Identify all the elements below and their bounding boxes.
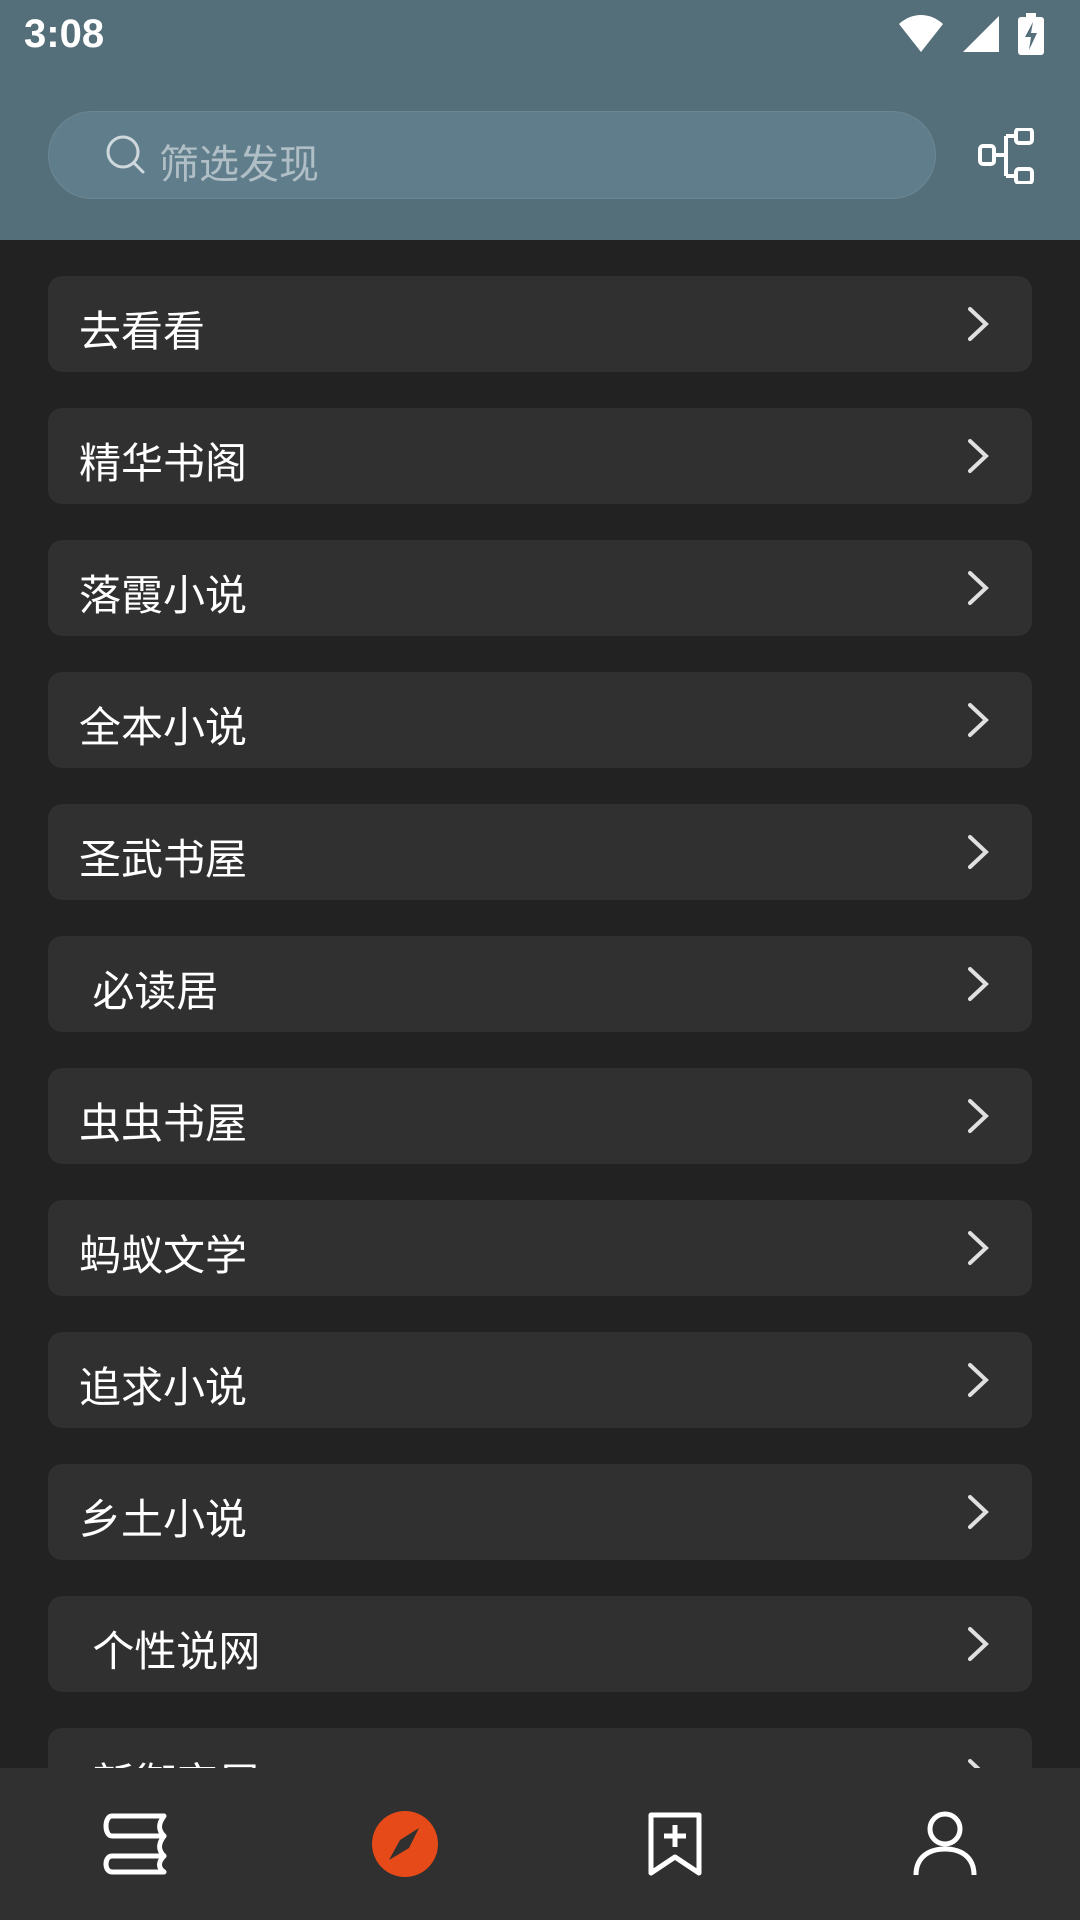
chevron-right-icon [968,439,989,473]
source-item-label: 虫虫书屋 [79,1099,248,1148]
chevron-right-icon [968,1099,989,1133]
status-time: 3:08 [24,12,105,56]
source-item[interactable]: 蚂蚁文学 [48,1200,1032,1296]
source-item[interactable]: 追求小说 [48,1332,1032,1428]
nav-profile-button[interactable] [810,1768,1080,1920]
chevron-right-icon [968,307,989,341]
chevron-right-icon [968,703,989,737]
chevron-right-icon [968,835,989,869]
source-item[interactable]: 必读居 [48,936,1032,1032]
chevron-right-icon [968,1231,989,1265]
source-item-label: 落霞小说 [79,571,248,620]
source-item-label: 全本小说 [79,703,248,752]
search-placeholder: 筛选发现 [159,142,319,188]
source-item[interactable]: 去看看 [48,276,1032,372]
battery-charging-icon [1018,13,1044,55]
nav-discover-button[interactable] [270,1768,540,1920]
source-list: 去看看 精华书阁 落霞小说 全本小说 圣武书屋 必读居 虫虫书屋 蚂蚁文学 追求小说 乡土小说 … [0,240,1080,1768]
bottom-navigation [0,1768,1080,1920]
source-item[interactable]: 乡土小说 [48,1464,1032,1560]
chevron-right-icon [968,967,989,1001]
source-item-label: 乡土小说 [79,1495,248,1544]
bookmark-add-icon [648,1812,702,1876]
chevron-right-icon [968,1627,989,1661]
source-item-label: 圣武书屋 [79,835,248,884]
bookshelf-icon [103,1813,167,1875]
source-item-label: 必读居 [79,967,219,1016]
source-item[interactable]: 全本小说 [48,672,1032,768]
search-input[interactable]: 筛选发现 [48,111,936,199]
source-item-label: 追求小说 [79,1363,248,1412]
chevron-right-icon [968,1363,989,1397]
status-icons [898,12,1044,56]
source-item-label: 新御宅屋 [79,1750,260,1768]
chevron-right-icon [968,571,989,605]
top-app-bar: 3:08 筛选发现 [0,0,1080,240]
person-icon [913,1811,977,1876]
group-icon[interactable] [978,128,1038,184]
wifi-icon [899,15,943,52]
source-item[interactable]: 新御宅屋 [48,1728,1032,1768]
source-item[interactable]: 个性说网 [48,1596,1032,1692]
chevron-right-icon [968,1495,989,1529]
source-item-label: 蚂蚁文学 [79,1231,248,1280]
source-item-label: 精华书阁 [79,439,248,488]
nav-bookshelf-button[interactable] [0,1768,270,1920]
signal-icon [963,16,999,52]
source-item[interactable]: 精华书阁 [48,408,1032,504]
source-item-label: 个性说网 [79,1627,261,1676]
search-icon [106,135,145,174]
chevron-right-icon [968,1759,981,1768]
source-item-label: 去看看 [79,307,206,356]
source-item[interactable]: 圣武书屋 [48,804,1032,900]
source-item[interactable]: 虫虫书屋 [48,1068,1032,1164]
compass-icon [372,1811,438,1877]
source-item[interactable]: 落霞小说 [48,540,1032,636]
nav-rss-button[interactable] [540,1768,810,1920]
